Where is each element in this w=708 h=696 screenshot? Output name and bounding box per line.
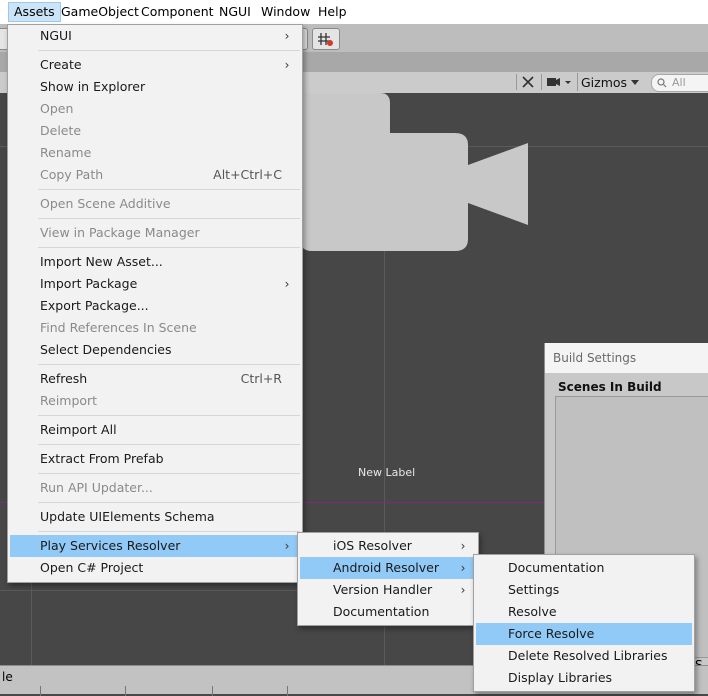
search-icon (657, 78, 667, 88)
menu-item-open[interactable]: Open (10, 98, 300, 120)
menu-item-delete[interactable]: Delete (10, 120, 300, 142)
menu-item-version-handler[interactable]: Version Handler › (300, 579, 476, 601)
shortcut-label: Alt+Ctrl+C (213, 167, 282, 182)
search-placeholder: All (672, 76, 686, 89)
scene-search-input[interactable]: All (651, 74, 708, 92)
chevron-right-icon: › (284, 58, 290, 72)
bottom-tab-fragment[interactable]: le (2, 670, 13, 684)
menu-item-update-uielements-schema[interactable]: Update UIElements Schema (10, 506, 300, 528)
chevron-right-icon: › (284, 29, 290, 43)
menu-item-display-libraries[interactable]: Display Libraries (476, 667, 692, 689)
menu-item-open-scene-additive[interactable]: Open Scene Additive (10, 193, 300, 215)
menu-assets[interactable]: Assets (8, 2, 61, 22)
build-settings-titlebar[interactable]: Build Settings (545, 343, 708, 373)
menu-separator (38, 218, 300, 219)
resolver-submenu: iOS Resolver › Android Resolver › Version … (297, 532, 479, 626)
menu-item-import-package[interactable]: Import Package › (10, 273, 300, 295)
bottom-tab[interactable] (40, 686, 41, 696)
menu-item-extract-from-prefab[interactable]: Extract From Prefab (10, 448, 300, 470)
video-camera-icon (547, 78, 571, 86)
menu-item-resolve[interactable]: Resolve (476, 601, 692, 623)
menu-item-delete-resolved-libraries[interactable]: Delete Resolved Libraries (476, 645, 692, 667)
gizmos-label: Gizmos (581, 75, 628, 90)
camera-dropdown[interactable] (541, 74, 576, 90)
camera-gizmo-icon (300, 93, 528, 251)
menu-item-android-documentation[interactable]: Documentation (476, 557, 692, 579)
menu-item-android-resolver[interactable]: Android Resolver › (300, 557, 476, 579)
menu-help[interactable]: Help (313, 3, 352, 21)
menu-component[interactable]: Component (136, 3, 219, 21)
menu-separator (38, 50, 300, 51)
menu-item-documentation[interactable]: Documentation (300, 601, 476, 623)
new-label-text: New Label (358, 466, 416, 479)
grid-snap-icon (318, 33, 333, 46)
menu-bar: Assets GameObject Component NGUI Window … (0, 0, 708, 25)
chevron-right-icon: › (460, 539, 466, 553)
menu-item-force-resolve[interactable]: Force Resolve (476, 623, 692, 645)
menu-separator (38, 444, 300, 445)
menu-item-view-in-package-manager[interactable]: View in Package Manager (10, 222, 300, 244)
assets-menu: NGUI › Create › Show in Explorer Open Dele… (7, 24, 303, 583)
chevron-right-icon: › (284, 277, 290, 291)
menu-item-select-dependencies[interactable]: Select Dependencies (10, 339, 300, 361)
chevron-right-icon: › (284, 539, 290, 553)
menu-window[interactable]: Window (256, 3, 315, 21)
menu-separator (38, 502, 300, 503)
menu-item-play-services-resolver[interactable]: Play Services Resolver › (10, 535, 300, 557)
shortcut-label: Ctrl+R (240, 371, 282, 386)
menu-item-find-references[interactable]: Find References In Scene (10, 317, 300, 339)
menu-item-refresh[interactable]: Refresh Ctrl+R (10, 368, 300, 390)
menu-item-reimport-all[interactable]: Reimport All (10, 419, 300, 441)
menu-item-ngui[interactable]: NGUI › (10, 25, 300, 47)
menu-separator (38, 531, 300, 532)
chevron-right-icon: › (460, 583, 466, 597)
menu-separator (38, 415, 300, 416)
scenes-in-build-header: Scenes In Build (558, 380, 662, 394)
menu-item-ios-resolver[interactable]: iOS Resolver › (300, 535, 476, 557)
menu-item-run-api-updater[interactable]: Run API Updater... (10, 477, 300, 499)
android-resolver-submenu: Documentation Settings Resolve Force Res… (473, 554, 695, 692)
menu-separator (38, 247, 300, 248)
tools-button[interactable] (516, 74, 539, 90)
chevron-down-icon (631, 80, 639, 85)
menu-item-rename[interactable]: Rename (10, 142, 300, 164)
menu-item-export-package[interactable]: Export Package... (10, 295, 300, 317)
menu-item-copy-path[interactable]: Copy Path Alt+Ctrl+C (10, 164, 300, 186)
menu-item-android-settings[interactable]: Settings (476, 579, 692, 601)
build-settings-title: Build Settings (553, 351, 637, 365)
menu-separator (38, 364, 300, 365)
bottom-tab[interactable] (125, 686, 126, 696)
menu-item-create[interactable]: Create › (10, 54, 300, 76)
menu-gameobject[interactable]: GameObject (56, 3, 144, 21)
menu-item-show-in-explorer[interactable]: Show in Explorer (10, 76, 300, 98)
bottom-tab[interactable] (287, 686, 288, 696)
chevron-right-icon: › (460, 561, 466, 575)
menu-item-reimport[interactable]: Reimport (10, 390, 300, 412)
menu-item-import-new-asset[interactable]: Import New Asset... (10, 251, 300, 273)
menu-separator (38, 189, 300, 190)
bottom-tab[interactable] (212, 686, 213, 696)
tools-icon (522, 76, 534, 88)
menu-ngui[interactable]: NGUI (214, 3, 256, 21)
snap-button[interactable] (312, 28, 340, 50)
gizmos-dropdown[interactable]: Gizmos (577, 73, 644, 91)
menu-item-open-csharp-project[interactable]: Open C# Project (10, 557, 300, 579)
menu-separator (38, 473, 300, 474)
